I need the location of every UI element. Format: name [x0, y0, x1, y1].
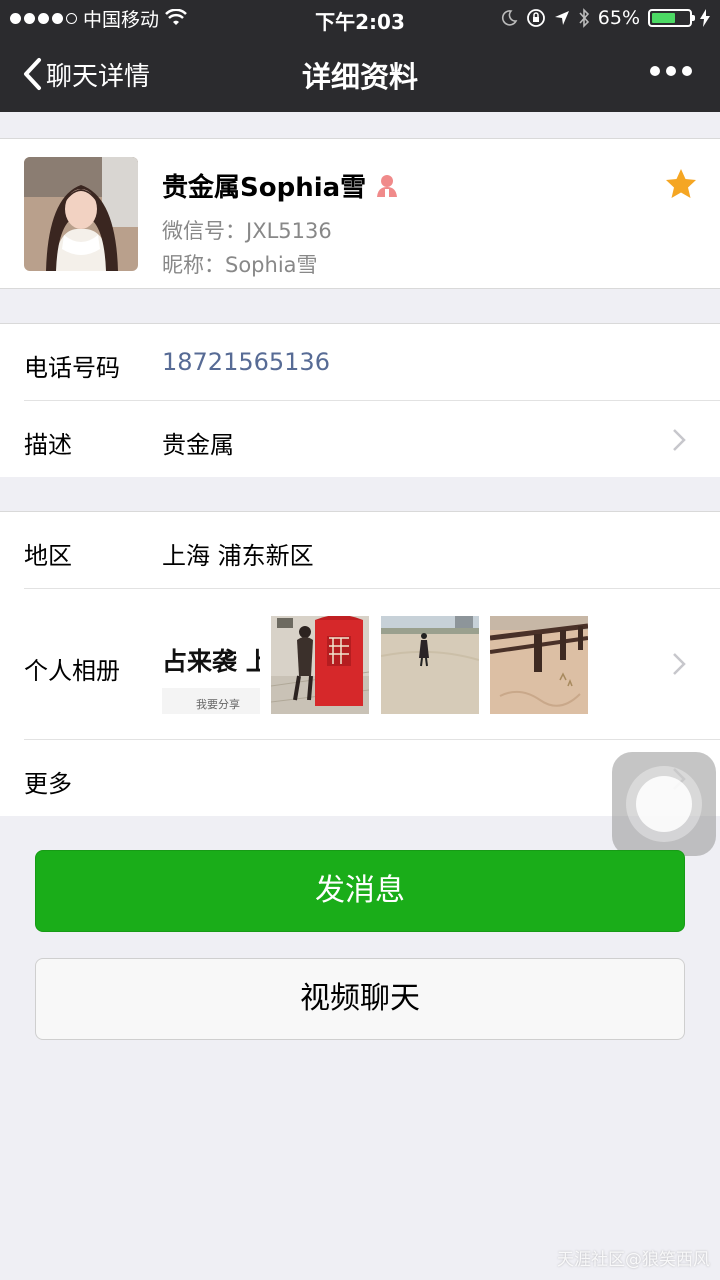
- region-label: 地区: [24, 542, 72, 570]
- battery-level-fill: [652, 13, 675, 23]
- more-dot-icon: [650, 66, 660, 76]
- description-label: 描述: [24, 431, 72, 459]
- phone-row[interactable]: 电话号码 18721565136: [0, 324, 720, 400]
- phone-number-link[interactable]: 18721565136: [162, 348, 330, 376]
- location-icon: [554, 11, 569, 25]
- profile-name-row: 贵金属Sophia雪: [162, 167, 400, 204]
- album-photo[interactable]: [271, 616, 369, 714]
- chevron-right-icon: [673, 653, 686, 675]
- album-photo[interactable]: [381, 616, 479, 714]
- more-dot-icon: [682, 66, 692, 76]
- send-message-button[interactable]: 发消息: [35, 850, 685, 932]
- region-value: 上海 浦东新区: [162, 542, 314, 570]
- more-label: 更多: [24, 770, 72, 798]
- rotation-lock-icon: [526, 9, 545, 27]
- star-icon[interactable]: [664, 167, 698, 201]
- album-photo[interactable]: [490, 616, 588, 714]
- chevron-right-icon: [673, 429, 686, 451]
- avatar[interactable]: [24, 157, 138, 271]
- album-photo[interactable]: 占来袭 上 我要分享: [162, 616, 260, 714]
- description-value: 贵金属: [162, 431, 234, 459]
- video-chat-button[interactable]: 视频聊天: [35, 958, 685, 1040]
- profile-card: 贵金属Sophia雪 微信号：JXL5136 昵称：Sophia雪: [0, 138, 720, 289]
- nickname: 昵称：Sophia雪: [162, 253, 318, 277]
- album-row[interactable]: 个人相册 占来袭 上 我要分享: [0, 589, 720, 739]
- battery-percent: 65%: [597, 7, 640, 29]
- status-right: 65%: [500, 0, 710, 36]
- battery-icon: [648, 9, 695, 27]
- album-thumb-text: 占来袭 上: [162, 647, 260, 676]
- contact-info-group: 电话号码 18721565136 描述 贵金属: [0, 323, 720, 477]
- region-row: 地区 上海 浦东新区: [0, 512, 720, 588]
- more-dot-icon: [666, 66, 676, 76]
- profile-name: 贵金属Sophia雪: [162, 173, 367, 203]
- phone-label: 电话号码: [24, 354, 120, 382]
- description-row[interactable]: 描述 贵金属: [0, 401, 720, 477]
- album-thumb-subtext: 我要分享: [196, 698, 240, 711]
- watermark: 天涯社区@狼笑西风: [557, 1250, 710, 1270]
- assistive-touch-core-icon: [636, 776, 692, 832]
- assistive-touch-button[interactable]: [612, 752, 716, 856]
- navigation-bar: 聊天详情 详细资料: [0, 36, 720, 112]
- female-icon: [377, 174, 398, 197]
- charging-icon: [700, 9, 710, 27]
- page-title: 详细资料: [301, 60, 418, 94]
- more-options-button[interactable]: [650, 66, 692, 76]
- album-label: 个人相册: [24, 657, 120, 685]
- bluetooth-icon: [579, 8, 589, 28]
- status-bar: 中国移动 下午2:03 65%: [0, 0, 720, 36]
- wechat-id: 微信号：JXL5136: [162, 219, 332, 243]
- moon-icon: [501, 10, 518, 26]
